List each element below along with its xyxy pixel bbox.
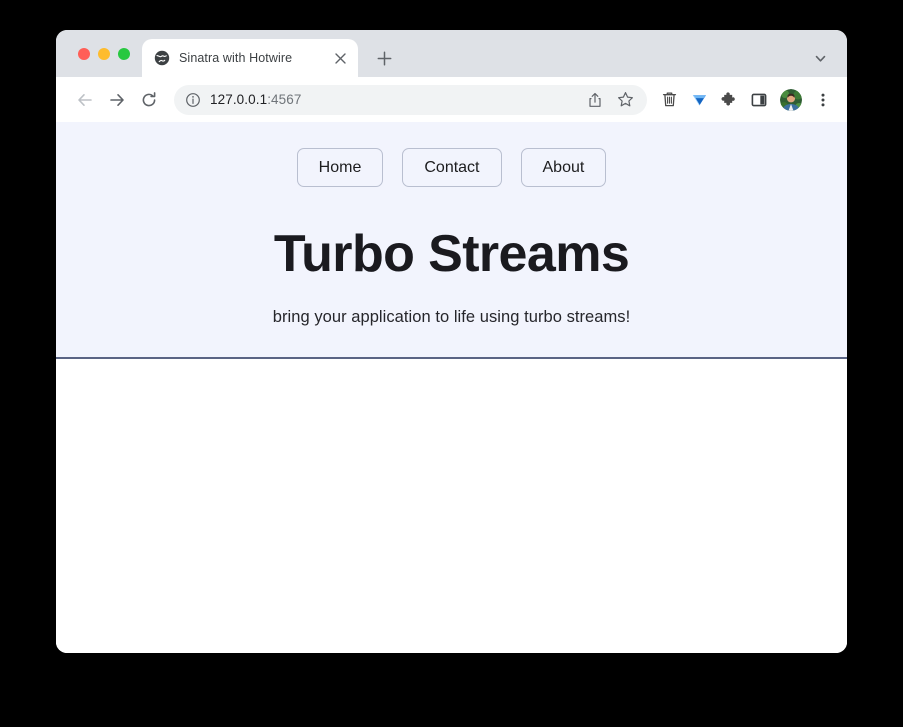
reload-icon[interactable]	[134, 85, 164, 115]
nav-button-contact[interactable]: Contact	[402, 148, 502, 188]
tab-title: Sinatra with Hotwire	[179, 51, 293, 65]
page-viewport: Home Contact About Turbo Streams bring y…	[56, 122, 847, 653]
extensions-puzzle-icon[interactable]	[715, 86, 743, 114]
gem-icon[interactable]	[685, 86, 713, 114]
url-port: :4567	[267, 92, 302, 107]
close-icon[interactable]	[330, 48, 350, 68]
hero-section: Home Contact About Turbo Streams bring y…	[56, 122, 847, 360]
nav-button-home[interactable]: Home	[296, 148, 384, 188]
avatar[interactable]	[780, 88, 802, 111]
url-text: 127.0.0.1:4567	[210, 92, 302, 107]
omnibox-action-icons	[581, 86, 639, 114]
browser-toolbar: 127.0.0.1:4567	[56, 77, 847, 122]
info-circle-icon[interactable]	[185, 92, 201, 108]
window-minimize-button[interactable]	[98, 47, 110, 60]
window-close-button[interactable]	[78, 47, 90, 60]
globe-icon	[154, 50, 170, 66]
window-maximize-button[interactable]	[118, 47, 130, 60]
back-arrow-icon[interactable]	[70, 85, 100, 115]
new-tab-button[interactable]	[370, 44, 398, 72]
browser-window: Sinatra with Hotwire 127.0.0.1:4567 Home…	[56, 30, 847, 653]
browser-tab-active[interactable]: Sinatra with Hotwire	[142, 39, 358, 77]
window-traffic-lights	[56, 30, 142, 77]
forward-arrow-icon[interactable]	[102, 85, 132, 115]
address-bar[interactable]: 127.0.0.1:4567	[174, 84, 647, 115]
page-content-area	[56, 359, 847, 653]
chevron-down-icon[interactable]	[807, 45, 833, 71]
share-icon[interactable]	[581, 86, 609, 114]
three-dot-menu-icon[interactable]	[809, 86, 837, 114]
url-host: 127.0.0.1	[210, 92, 268, 107]
bookmark-star-icon[interactable]	[611, 86, 639, 114]
nav-button-about[interactable]: About	[520, 148, 607, 188]
page-subtitle: bring your application to life using tur…	[272, 308, 631, 327]
tab-strip: Sinatra with Hotwire	[56, 30, 847, 77]
side-panel-icon[interactable]	[745, 86, 773, 114]
trash-icon[interactable]	[655, 86, 683, 114]
page-title: Turbo Streams	[273, 225, 630, 284]
page-nav: Home Contact About	[76, 148, 827, 188]
